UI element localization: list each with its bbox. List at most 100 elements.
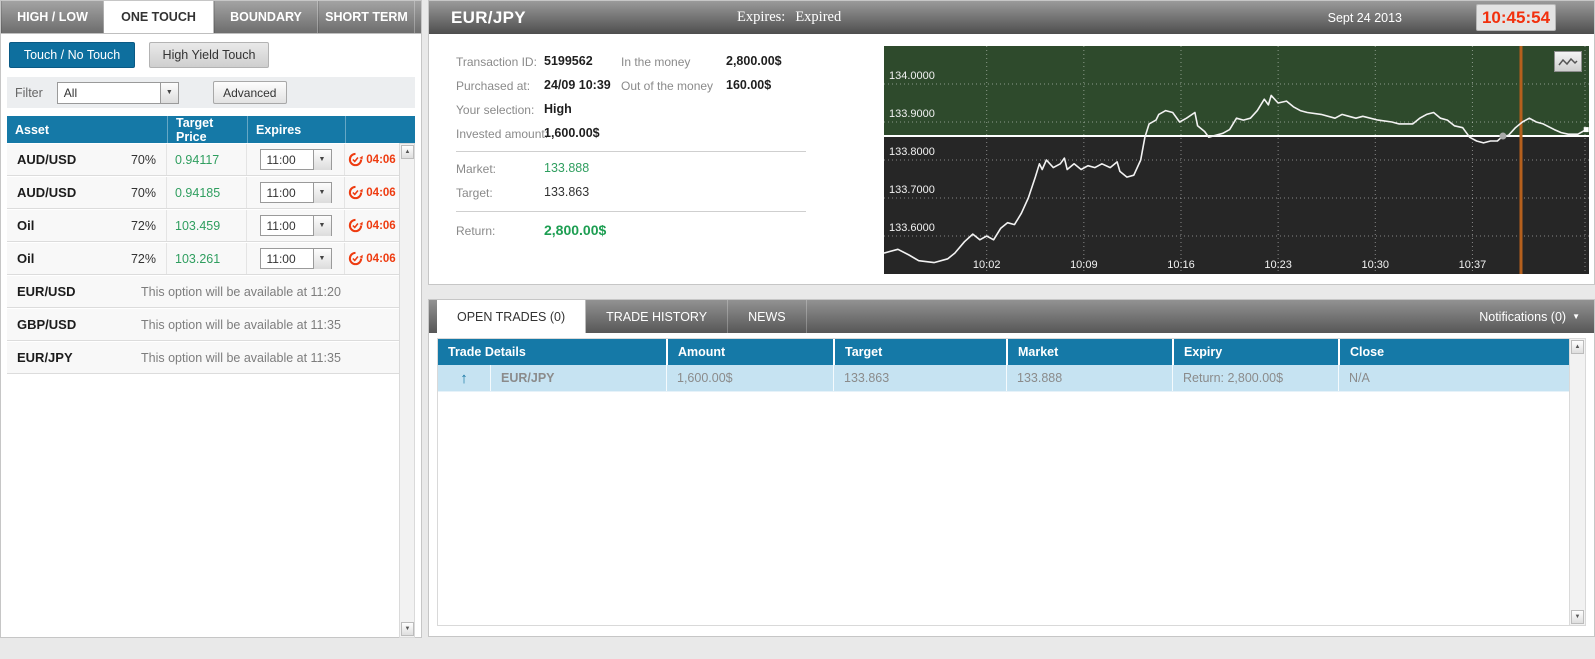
filter-select[interactable]: All ▼ [56,81,179,104]
trade-asset: EUR/JPY [490,365,666,391]
countdown-timer: 04:06 [366,153,396,166]
high-yield-touch-button[interactable]: High Yield Touch [149,42,269,68]
asset-name: Oil [17,218,35,233]
chevron-down-icon[interactable]: ▼ [312,182,331,203]
countdown-clock-icon [349,185,363,200]
chevron-down-icon[interactable]: ▼ [312,248,331,269]
asset-table: Asset Target Price Expires AUD/USD 70% 0.… [7,116,415,374]
table-row[interactable]: Oil 72% 103.261 11:00 ▼ 04:06 [7,242,399,275]
asset-table-header: Asset Target Price Expires [7,116,415,144]
touch-no-touch-button[interactable]: Touch / No Touch [9,42,135,68]
svg-text:134.0000: 134.0000 [889,70,935,82]
chevron-down-icon[interactable]: ▼ [312,149,331,170]
open-trades-table: Trade Details Amount Target Market Expir… [437,338,1586,626]
availability-message: This option will be available at 11:20 [141,284,341,299]
market-label: Market: [456,162,497,176]
tab-short-term[interactable]: SHORT TERM [318,1,415,33]
invested-amount-value: 1,600.00$ [544,126,600,140]
trades-tabbar: OPEN TRADES (0) TRADE HISTORY NEWS Notif… [429,300,1594,333]
filter-label: Filter [15,85,43,100]
expiry-select[interactable]: 11:00 ▼ [259,149,332,170]
tab-trade-history[interactable]: TRADE HISTORY [586,300,729,333]
tab-open-trades[interactable]: OPEN TRADES (0) [437,300,587,333]
header-target-price: Target Price [167,116,247,144]
table-row-unavailable: EUR/USD This option will be available at… [7,275,399,308]
chevron-down-icon: ▼ [1572,312,1580,321]
target-price: 103.459 [167,210,247,241]
out-of-money-zone [884,136,1589,274]
filter-select-value: All [63,85,78,100]
scroll-up-icon[interactable]: ▲ [1571,340,1584,354]
divider [456,151,806,152]
tab-one-touch[interactable]: ONE TOUCH [104,1,214,33]
payout-percent: 72% [130,251,156,266]
expiry-select[interactable]: 11:00 ▼ [259,248,332,269]
svg-text:10:09: 10:09 [1070,259,1098,271]
table-row[interactable]: AUD/USD 70% 0.94185 11:00 ▼ 04:06 [7,176,399,209]
svg-text:10:37: 10:37 [1459,259,1487,271]
table-row[interactable]: Oil 72% 103.459 11:00 ▼ 04:06 [7,209,399,242]
advanced-button[interactable]: Advanced [212,81,287,104]
scroll-down-icon[interactable]: ▼ [1571,610,1584,624]
transaction-id-value: 5199562 [544,54,593,68]
svg-text:133.6000: 133.6000 [889,222,935,234]
notifications-label: Notifications (0) [1479,309,1567,324]
mode-button-row: Touch / No Touch High Yield Touch [1,34,421,75]
chevron-down-icon[interactable]: ▼ [159,82,178,103]
trade-expiry: Return: 2,800.00$ [1172,365,1338,391]
scrollbar[interactable]: ▲ ▼ [1569,339,1585,625]
tab-boundary[interactable]: BOUNDARY [214,1,318,33]
scroll-up-icon[interactable]: ▲ [401,145,414,159]
purchase-marker [1499,132,1507,140]
current-date: Sept 24 2013 [1327,10,1402,25]
countdown-clock-icon [349,218,363,233]
svg-text:133.9000: 133.9000 [889,108,935,120]
divider [456,211,806,212]
target-label: Target: [456,186,493,200]
notifications-dropdown[interactable]: Notifications (0) ▼ [1479,310,1580,324]
payout-percent: 70% [130,185,156,200]
open-trades-header: Trade Details Amount Target Market Expir… [438,339,1585,365]
table-row-unavailable: EUR/JPY This option will be available at… [7,341,399,374]
tab-news[interactable]: NEWS [728,300,807,333]
availability-message: This option will be available at 11:35 [141,350,341,365]
trade-market: 133.888 [1006,365,1172,391]
tab-high-low[interactable]: HIGH / LOW [1,1,104,33]
trades-panel: OPEN TRADES (0) TRADE HISTORY NEWS Notif… [428,299,1595,637]
purchased-at-value: 24/09 10:39 [544,78,611,92]
trade-row[interactable]: ↑ EUR/JPY 1,600.00$ 133.863 133.888 Retu… [438,365,1569,392]
trade-amount: 1,600.00$ [666,365,833,391]
svg-text:10:30: 10:30 [1362,259,1390,271]
expiry-select[interactable]: 11:00 ▼ [259,215,332,236]
header-close: Close [1338,339,1585,365]
your-selection-value: High [544,102,572,116]
current-time-clock: 10:45:54 [1476,4,1556,31]
chevron-down-icon[interactable]: ▼ [312,215,331,236]
scrollbar[interactable]: ▲ ▼ [399,143,415,638]
scroll-down-icon[interactable]: ▼ [401,622,414,636]
chart-type-icon[interactable] [1554,51,1582,72]
asset-name: EUR/USD [17,284,76,299]
target-price: 0.94185 [167,177,247,208]
countdown-timer: 04:06 [366,219,396,232]
target-price: 0.94117 [167,144,247,175]
svg-text:10:02: 10:02 [973,259,1001,271]
expiry-select[interactable]: 11:00 ▼ [259,182,332,203]
expires-label: Expires: [737,9,786,25]
svg-text:10:23: 10:23 [1264,259,1292,271]
purchased-at-label: Purchased at: [456,79,531,93]
price-chart[interactable]: 134.0000 133.9000 133.8000 133.7000 133.6000… [884,46,1589,274]
invested-amount-label: Invested amount: [456,127,549,141]
in-the-money-zone [884,46,1589,137]
countdown-clock-icon [349,251,363,266]
out-of-the-money-label: Out of the money [621,79,714,93]
page-title: EUR/JPY [451,7,526,27]
target-price: 103.261 [167,243,247,274]
countdown-timer: 04:06 [366,186,396,199]
asset-name: GBP/USD [17,317,77,332]
expiry-select-value: 11:00 [266,152,296,167]
availability-message: This option will be available at 11:35 [141,317,341,332]
table-row-unavailable: GBP/USD This option will be available at… [7,308,399,341]
table-row[interactable]: AUD/USD 70% 0.94117 11:00 ▼ 04:06 [7,143,399,176]
asset-name: AUD/USD [17,152,77,167]
